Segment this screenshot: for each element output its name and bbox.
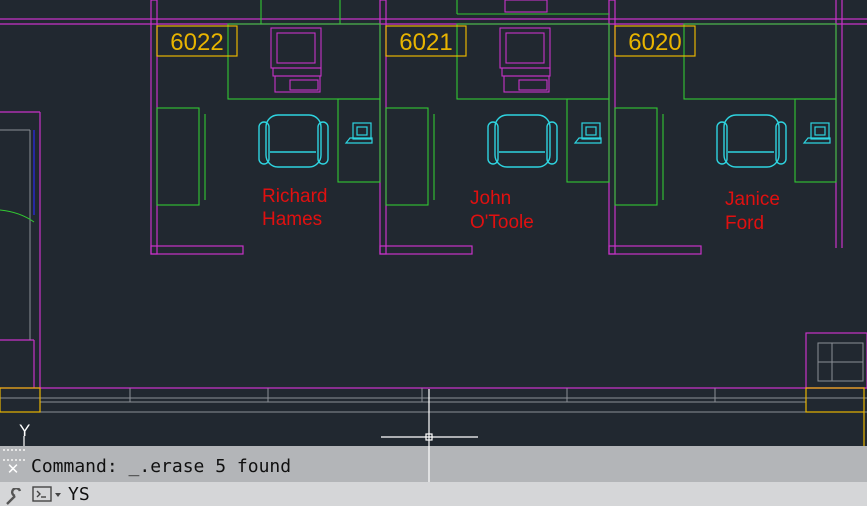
room-number: 6020 xyxy=(628,29,681,56)
phone-icon xyxy=(802,122,831,144)
close-icon[interactable]: ✕ xyxy=(6,462,20,477)
employee-first-name: John xyxy=(470,188,511,209)
cubicle-6020: 6020 Janice Ford xyxy=(614,23,837,234)
ucs-y-label: Y xyxy=(19,421,30,440)
chair-icon xyxy=(258,114,329,168)
command-input-row[interactable]: YS xyxy=(0,482,867,506)
command-history: ✕ Command: _.erase 5 found xyxy=(0,446,867,482)
phone-icon xyxy=(573,122,602,144)
monitor-icon xyxy=(270,27,322,93)
phone-icon xyxy=(344,122,373,144)
door-swing xyxy=(0,209,35,223)
cubicle-6022: 6022 Richard Hames xyxy=(156,0,381,230)
wrench-icon[interactable] xyxy=(4,488,24,506)
room-number: 6021 xyxy=(399,29,452,56)
employee-last-name: O'Toole xyxy=(470,212,534,233)
command-prompt-icon[interactable] xyxy=(32,485,64,503)
chair-icon xyxy=(716,114,787,168)
command-input[interactable]: YS xyxy=(68,484,90,505)
drawing-canvas[interactable]: 6022 Richard Hames 6021 John O'Toole 602… xyxy=(0,0,867,506)
room-number: 6022 xyxy=(170,29,223,56)
command-history-text: Command: _.erase 5 found xyxy=(31,456,292,477)
chair-icon xyxy=(487,114,558,168)
cubicle-6021: 6021 John O'Toole xyxy=(385,0,610,233)
employee-last-name: Hames xyxy=(262,209,322,230)
employee-first-name: Richard xyxy=(262,186,327,207)
employee-first-name: Janice xyxy=(725,189,780,210)
employee-last-name: Ford xyxy=(725,213,764,234)
